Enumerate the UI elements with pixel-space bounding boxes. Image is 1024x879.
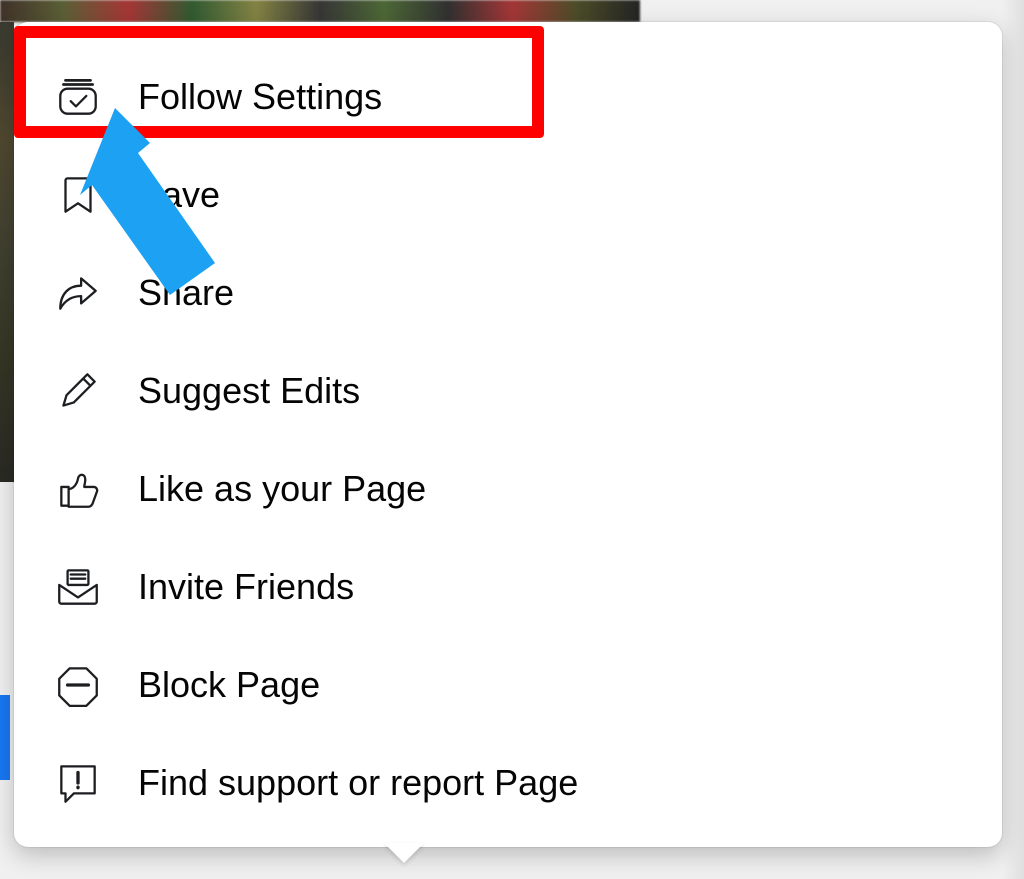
menu-label-block-page: Block Page: [138, 664, 320, 706]
right-edge-shadow: [1002, 0, 1024, 879]
background-cover-strip: [0, 0, 640, 22]
menu-label-save: Save: [138, 174, 220, 216]
menu-item-find-support[interactable]: Find support or report Page: [38, 734, 978, 832]
page-actions-menu: Follow Settings Save Share: [14, 22, 1002, 852]
menu-item-save[interactable]: Save: [38, 146, 978, 244]
menu-label-find-support: Find support or report Page: [138, 762, 578, 804]
pencil-icon: [48, 361, 108, 421]
thumbs-up-icon: [48, 459, 108, 519]
follow-settings-icon: [48, 67, 108, 127]
menu-label-like-as-page: Like as your Page: [138, 468, 426, 510]
menu-label-suggest-edits: Suggest Edits: [138, 370, 360, 412]
block-icon: [48, 655, 108, 715]
menu-label-share: Share: [138, 272, 234, 314]
menu-item-share[interactable]: Share: [38, 244, 978, 342]
menu-item-follow-settings[interactable]: Follow Settings: [38, 48, 978, 146]
invite-friends-icon: [48, 557, 108, 617]
share-icon: [48, 263, 108, 323]
background-left-strip: [0, 22, 14, 482]
report-icon: [48, 753, 108, 813]
menu-item-invite-friends[interactable]: Invite Friends: [38, 538, 978, 636]
background-blue-accent: [0, 695, 10, 780]
page-actions-dropdown: Follow Settings Save Share: [14, 22, 1002, 847]
bookmark-icon: [48, 165, 108, 225]
menu-label-invite-friends: Invite Friends: [138, 566, 354, 608]
menu-label-follow-settings: Follow Settings: [138, 76, 382, 118]
menu-item-suggest-edits[interactable]: Suggest Edits: [38, 342, 978, 440]
menu-item-like-as-page[interactable]: Like as your Page: [38, 440, 978, 538]
menu-item-block-page[interactable]: Block Page: [38, 636, 978, 734]
